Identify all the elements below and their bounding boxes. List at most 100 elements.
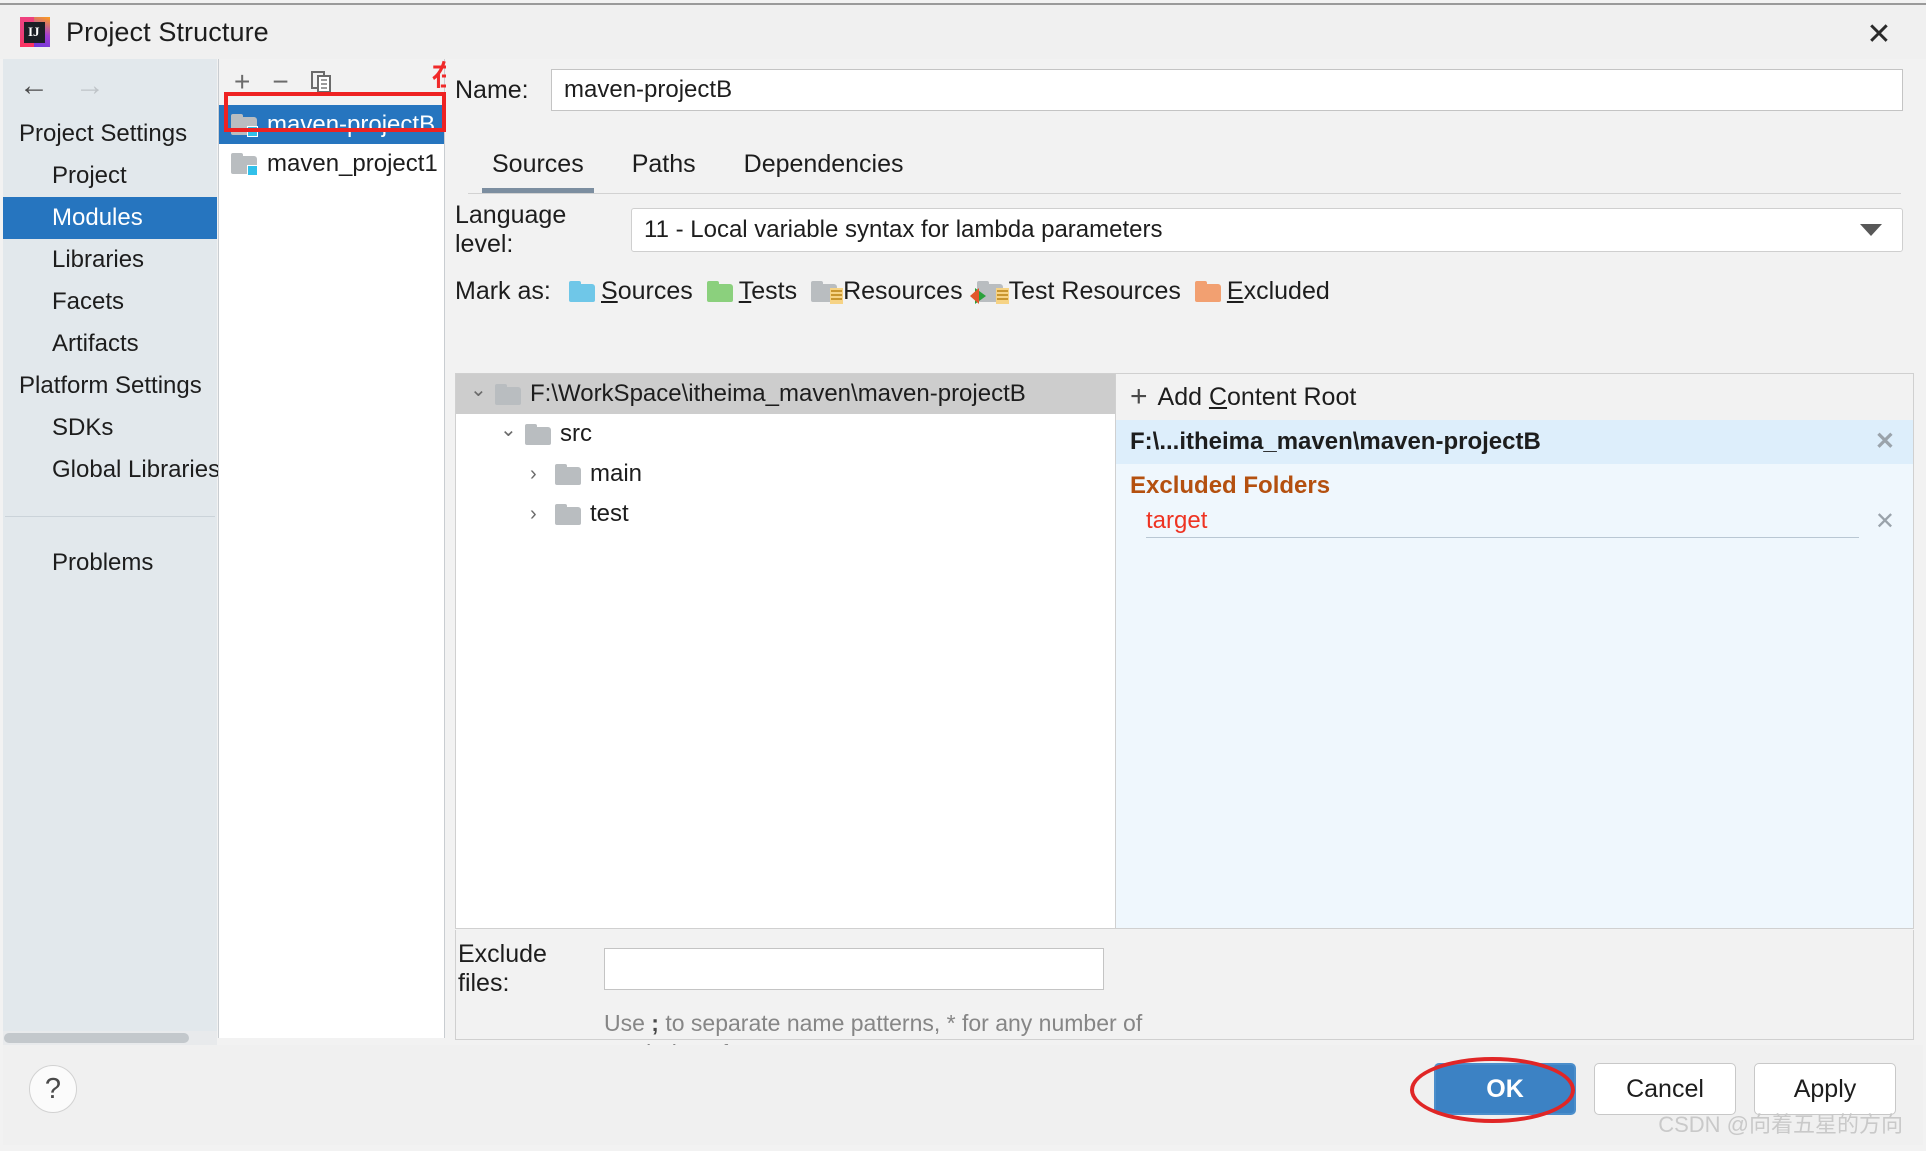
folder-icon <box>555 503 581 525</box>
tree-row-label: test <box>590 500 629 527</box>
intellij-idea-icon: IJ <box>20 17 50 47</box>
tree-row-label: F:\WorkSpace\itheima_maven\maven-project… <box>530 380 1026 407</box>
content-root-path: F:\...itheima_maven\maven-projectB <box>1130 428 1541 455</box>
copy-module-icon[interactable] <box>310 71 333 93</box>
hint-semicolon: ; <box>651 1010 659 1036</box>
tree-row[interactable]: F:\WorkSpace\itheima_maven\maven-project… <box>456 374 1115 414</box>
folder-icon <box>555 463 581 485</box>
sidebar-item-problems[interactable]: Problems <box>3 542 217 584</box>
mark-as-tests-button[interactable]: Tests <box>706 277 797 306</box>
content-root-row[interactable]: F:\...itheima_maven\maven-projectB ✕ <box>1116 420 1913 464</box>
sidebar-item-libraries[interactable]: Libraries <box>3 239 217 281</box>
module-name-input[interactable]: maven-projectB <box>551 69 1903 111</box>
project-structure-dialog: IJ Project Structure ✕ ← → Project Setti… <box>0 0 1926 1151</box>
language-level-value: 11 - Local variable syntax for lambda pa… <box>644 216 1163 243</box>
module-list-panel: + − maven-projectB maven_project1 <box>218 59 445 1038</box>
ok-button[interactable]: OK <box>1434 1063 1576 1115</box>
settings-sidebar: ← → Project Settings Project Modules Lib… <box>3 59 220 1038</box>
sidebar-item-artifacts[interactable]: Artifacts <box>3 323 217 365</box>
mark-as-excluded-label: xcluded <box>1243 276 1330 305</box>
tab-paths[interactable]: Paths <box>608 150 720 193</box>
sidebar-nav-arrows: ← → <box>3 59 217 113</box>
folder-icon <box>495 383 521 405</box>
mark-as-row: Mark as: Sources Tests Resources Test Re… <box>446 266 1923 316</box>
add-content-root-suffix: ontent Root <box>1227 382 1357 411</box>
module-name-label: Name: <box>455 75 529 104</box>
mark-as-resources-button[interactable]: Resources <box>811 277 963 306</box>
module-folder-icon <box>231 153 258 176</box>
close-icon[interactable]: ✕ <box>1856 15 1902 55</box>
language-level-label: Language level: <box>455 201 567 258</box>
add-content-root-label: Add <box>1157 382 1209 411</box>
remove-module-button[interactable]: − <box>272 68 288 96</box>
sidebar-item-sdks[interactable]: SDKs <box>3 407 217 449</box>
forward-arrow-icon[interactable]: → <box>75 71 105 101</box>
module-list-toolbar: + − <box>219 59 444 105</box>
chevron-right-icon[interactable] <box>530 503 546 526</box>
help-button[interactable]: ? <box>29 1065 77 1113</box>
excluded-folder-name: target <box>1146 507 1859 538</box>
add-module-button[interactable]: + <box>234 68 250 96</box>
mark-as-test-resources-button[interactable]: Test Resources <box>969 276 1181 306</box>
mark-as-sources-button[interactable]: Sources <box>569 277 693 306</box>
folder-resources-icon <box>811 280 844 304</box>
plus-icon: + <box>1130 380 1148 413</box>
module-folder-icon <box>231 114 258 137</box>
tree-row-label: src <box>560 420 592 447</box>
sidebar-item-modules[interactable]: Modules <box>3 197 217 239</box>
language-level-row: Language level: 11 - Local variable synt… <box>446 194 1923 266</box>
chevron-right-icon[interactable] <box>530 463 546 486</box>
sidebar-item-global-libraries[interactable]: Global Libraries <box>3 449 220 491</box>
add-content-root-button[interactable]: + Add Content Root <box>1116 374 1913 420</box>
mark-as-excluded-button[interactable]: Excluded <box>1194 276 1330 306</box>
mark-as-test-resources-label: Test Resources <box>1008 276 1181 305</box>
dialog-footer: ? OK Cancel Apply CSDN @向着五星的方向 <box>3 1045 1923 1145</box>
sidebar-item-project[interactable]: Project <box>3 155 217 197</box>
chevron-down-icon[interactable] <box>1860 224 1882 236</box>
hint-part-1: Use <box>604 1010 652 1036</box>
tree-row[interactable]: src <box>456 414 1115 454</box>
module-list-item-maven-projectb[interactable]: maven-projectB <box>219 105 444 144</box>
sidebar-group-project-settings: Project Settings <box>19 120 188 147</box>
source-folder-tree[interactable]: F:\WorkSpace\itheima_maven\maven-project… <box>456 374 1116 928</box>
exclude-files-section: Exclude files: Use ; to separate name pa… <box>455 930 1914 1066</box>
hint-part-2: to separate name patterns, * for any num… <box>658 1010 1143 1036</box>
mark-as-resources-label: Resources <box>843 276 963 305</box>
tab-sources[interactable]: Sources <box>468 150 608 193</box>
sidebar-item-facets[interactable]: Facets <box>3 281 217 323</box>
mark-as-label: Mark as: <box>455 276 551 305</box>
chevron-down-icon[interactable] <box>500 422 516 447</box>
sidebar-group-platform-settings: Platform Settings <box>19 372 202 399</box>
folder-green-icon <box>706 280 733 302</box>
remove-excluded-folder-icon[interactable]: ✕ <box>1875 510 1895 534</box>
tree-row-label: main <box>590 460 643 487</box>
exclude-files-input[interactable] <box>604 948 1104 990</box>
remove-content-root-icon[interactable]: ✕ <box>1875 430 1895 454</box>
sidebar-horizontal-scrollbar[interactable] <box>3 1031 217 1045</box>
content-roots-panel: + Add Content Root F:\...itheima_maven\m… <box>1116 374 1913 928</box>
exclude-files-row: Exclude files: <box>456 930 1913 998</box>
language-level-select[interactable]: 11 - Local variable syntax for lambda pa… <box>631 208 1903 252</box>
window-title-bar: IJ Project Structure ✕ <box>0 3 1926 59</box>
scrollbar-thumb[interactable] <box>4 1033 189 1043</box>
folder-icon <box>525 423 551 445</box>
module-tabs: Sources Paths Dependencies <box>446 137 1923 193</box>
excluded-folder-row[interactable]: target ✕ <box>1116 502 1913 542</box>
tab-dependencies[interactable]: Dependencies <box>720 150 928 193</box>
folder-blue-icon <box>569 280 595 302</box>
window-title: Project Structure <box>66 16 269 47</box>
sources-content-area: F:\WorkSpace\itheima_maven\maven-project… <box>455 373 1914 929</box>
watermark: CSDN @向着五星的方向 <box>1658 1112 1903 1137</box>
mark-as-sources-label: ources <box>617 276 693 305</box>
folder-orange-icon <box>1194 280 1221 302</box>
back-arrow-icon[interactable]: ← <box>19 71 49 101</box>
excluded-folders-title: Excluded Folders <box>1130 472 1331 499</box>
tree-row[interactable]: main <box>456 454 1115 494</box>
module-item-label: maven_project1 <box>267 149 438 177</box>
module-list-item-maven-project1[interactable]: maven_project1 <box>219 144 444 183</box>
chevron-down-icon[interactable] <box>470 382 486 407</box>
module-name-row: Name: maven-projectB <box>446 59 1923 121</box>
exclude-files-label: Exclude files: <box>458 940 547 997</box>
folder-test-resources-icon <box>969 280 1009 304</box>
tree-row[interactable]: test <box>456 494 1115 534</box>
